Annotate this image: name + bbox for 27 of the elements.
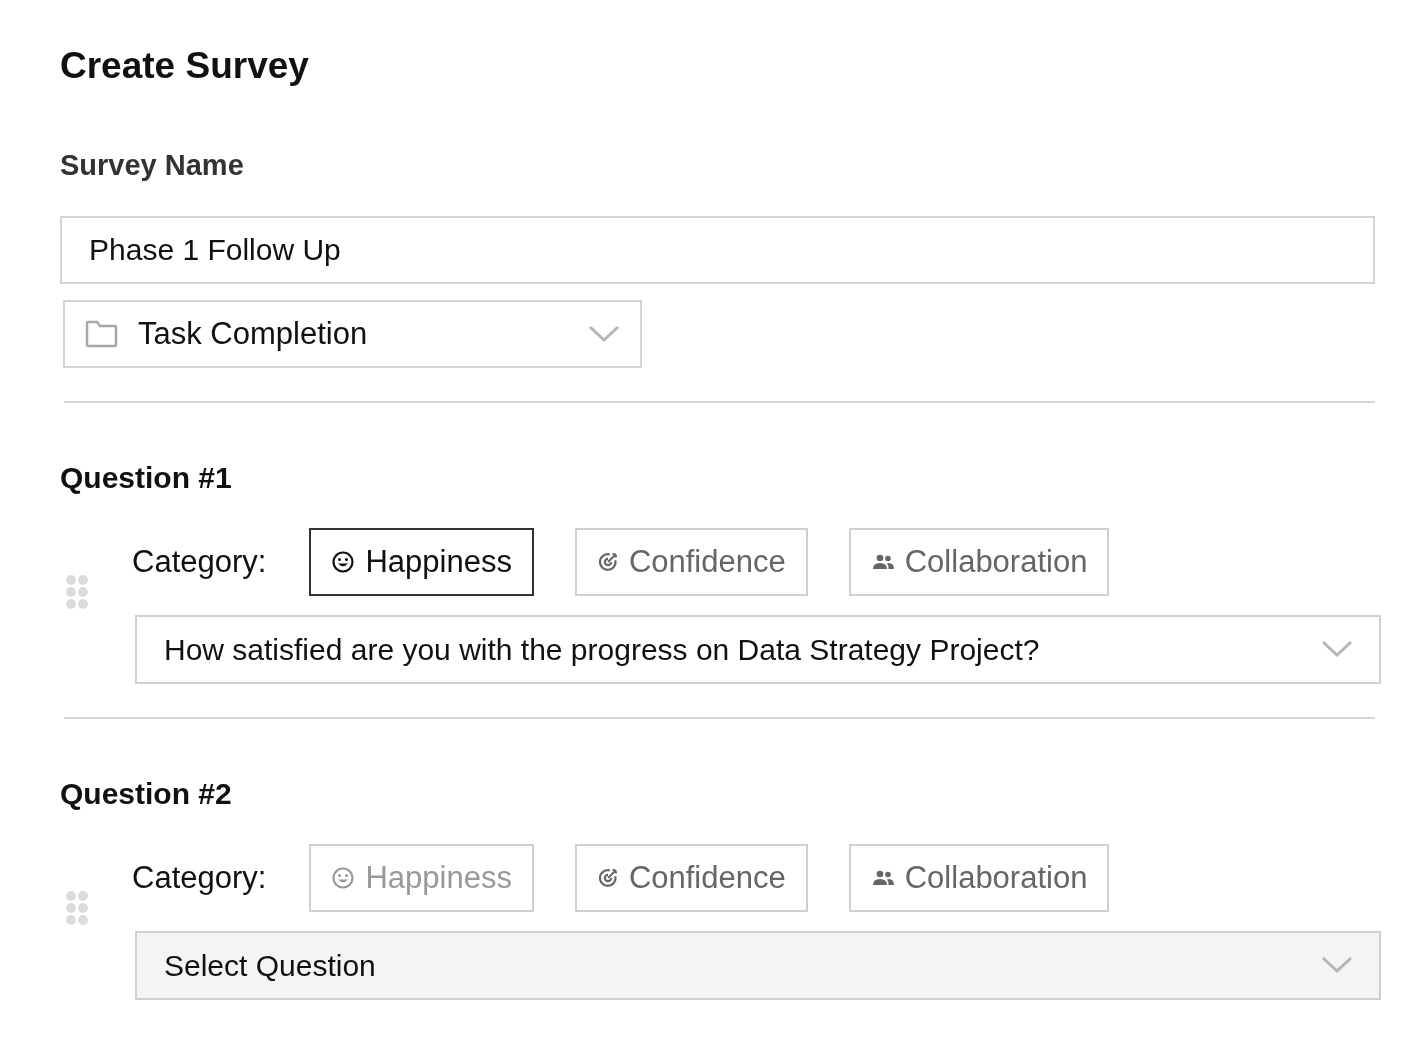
field-label: Survey Name — [60, 148, 245, 184]
category-button[interactable]: Confidence — [574, 527, 808, 596]
chevron-down-icon — [1321, 956, 1353, 975]
question-dropdown[interactable]: How satisfied are you with the progress on Data Strategy Project? — [135, 614, 1381, 684]
drag-handle-icon[interactable] — [65, 573, 89, 610]
question-heading: Question #2 — [60, 775, 233, 812]
category-button[interactable]: Happiness — [309, 527, 534, 596]
category-label: Category: — [132, 858, 267, 897]
smiley-icon — [331, 865, 356, 890]
category-button[interactable]: Collaboration — [848, 527, 1110, 596]
page-title: Create Survey — [60, 44, 310, 88]
people-icon — [870, 552, 895, 571]
smiley-icon — [331, 549, 356, 574]
people-icon — [870, 868, 895, 887]
category-button[interactable]: Confidence — [574, 843, 808, 912]
question-dropdown[interactable]: Select Question — [135, 930, 1381, 1000]
folder-dropdown[interactable]: Task Completion — [63, 299, 642, 368]
category-button[interactable]: Collaboration — [848, 843, 1110, 912]
drag-handle-icon[interactable] — [65, 889, 89, 926]
survey-name-input[interactable]: Phase 1 Follow Up — [60, 215, 1375, 284]
chevron-down-icon — [1321, 640, 1353, 659]
category-label: Category: — [132, 542, 267, 581]
target-icon — [596, 550, 619, 573]
folder-icon — [85, 319, 118, 348]
question-heading: Question #1 — [60, 459, 233, 496]
chevron-down-icon — [588, 324, 620, 343]
target-icon — [596, 866, 619, 889]
